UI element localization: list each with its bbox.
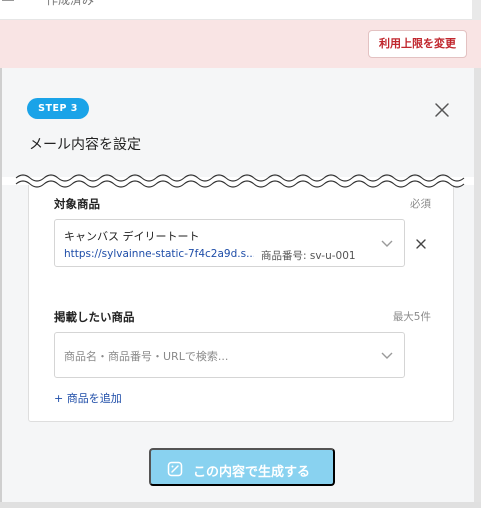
change-limit-button[interactable]: 利用上限を変更 [368,30,467,58]
product-name: キャンバス デイリートート [64,230,200,243]
chevron-down-icon [381,240,393,247]
target-product-label: 対象商品 [54,197,100,211]
email-settings-modal: STEP 3 メール内容を設定 対象商品 必須 キャンバス デイリートート ht… [2,68,481,508]
max-count-note: 最大5件 [392,311,431,323]
product-url-link[interactable]: https://sylvainne-static-7f4c2a9d.s... [64,248,254,260]
remove-icon[interactable] [415,235,427,249]
step-badge: STEP 3 [27,98,89,119]
chevron-down-icon [381,352,393,359]
product-search-select[interactable]: 商品名・商品番号・URLで検索... [54,332,405,378]
modal-title: メール内容を設定 [29,137,141,153]
wavy-break-separator [2,174,481,188]
search-placeholder: 商品名・商品番号・URLで検索... [64,350,229,363]
required-note: 必須 [410,198,431,210]
divider [2,0,14,1]
product-sku: 商品番号: sv-u-001 [261,250,356,262]
background-page-text: 作成済み [46,0,95,7]
close-icon[interactable] [430,98,454,122]
add-product-link[interactable]: + 商品を追加 [54,390,122,406]
sparkle-edit-icon [167,461,183,477]
featured-products-label: 掲載したい商品 [54,310,135,324]
generate-button[interactable]: この内容で生成する [149,448,335,486]
usage-limit-notice: 利用上限を変更 [0,20,481,68]
settings-card: 対象商品 必須 キャンバス デイリートート https://sylvainne-… [28,177,454,422]
background-page-strip: 作成済み [0,0,472,20]
bottom-edge [0,502,481,508]
modal-right-edge [474,68,481,508]
target-product-select[interactable]: キャンバス デイリートート https://sylvainne-static-7… [54,219,405,267]
generate-button-label: この内容で生成する [193,464,311,479]
